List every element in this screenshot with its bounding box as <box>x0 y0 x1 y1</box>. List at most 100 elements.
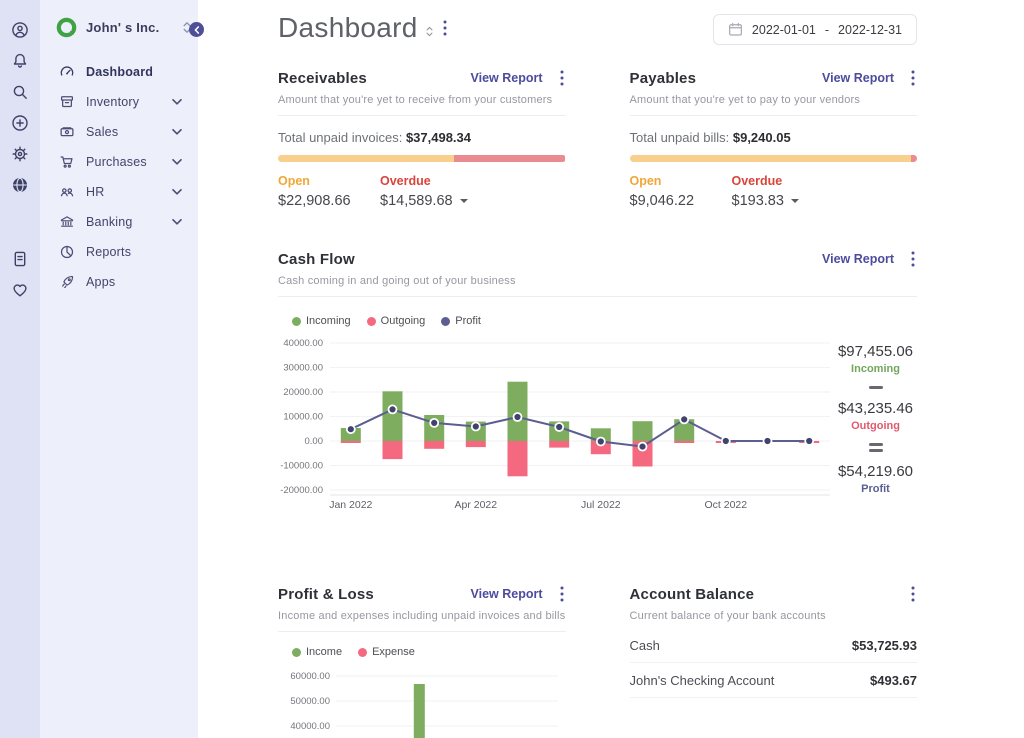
dashboard-kebab-menu-icon[interactable] <box>441 18 449 38</box>
quick-add-plus-icon[interactable] <box>11 114 29 132</box>
sidebar-item-banking[interactable]: Banking <box>40 207 198 237</box>
outgoing-total-label: Outgoing <box>851 420 900 432</box>
svg-text:60000.00: 60000.00 <box>290 671 330 682</box>
company-switcher[interactable]: John' s Inc. <box>40 0 204 51</box>
receivables-open-value: $22,908.66 <box>278 193 351 209</box>
profit-loss-kebab-menu-icon[interactable] <box>558 584 566 604</box>
calendar-icon <box>728 22 742 36</box>
apps-rocket-icon <box>62 275 74 289</box>
receivables-overdue-label: Overdue <box>380 174 431 188</box>
sidebar-item-inventory[interactable]: Inventory <box>40 87 198 117</box>
sidebar-item-dashboard[interactable]: Dashboard <box>40 57 198 87</box>
account-row: John's Checking Account $493.67 <box>629 663 917 698</box>
sidebar-item-apps[interactable]: Apps <box>40 267 198 297</box>
payables-open-label: Open <box>629 174 662 188</box>
chevron-down-icon <box>169 184 185 200</box>
account-value: $493.67 <box>870 673 917 688</box>
receivables-progress-open <box>278 155 454 162</box>
dashboard-speedometer-icon <box>60 66 74 76</box>
account-balance-kebab-menu-icon[interactable] <box>909 584 917 604</box>
purchases-cart-icon <box>60 156 73 168</box>
expense-legend-dot <box>358 647 368 657</box>
account-balance-card: Account Balance Current balance of your … <box>629 584 917 738</box>
sidebar-item-hr[interactable]: HR <box>40 177 198 207</box>
company-logo-icon <box>56 17 77 38</box>
sidebar-collapse-button[interactable] <box>189 22 204 37</box>
sidebar-item-purchases[interactable]: Purchases <box>40 147 198 177</box>
svg-text:Jul 2022: Jul 2022 <box>581 499 621 511</box>
payables-kebab-menu-icon[interactable] <box>909 68 917 88</box>
cash-flow-kebab-menu-icon[interactable] <box>909 249 917 269</box>
sidebar-item-reports[interactable]: Reports <box>40 237 198 267</box>
svg-text:Apr 2022: Apr 2022 <box>454 499 497 511</box>
svg-text:30000.00: 30000.00 <box>283 363 323 374</box>
date-range-picker[interactable]: 2022-01-01 - 2022-12-31 <box>712 14 917 45</box>
receivables-progress-overdue <box>453 155 566 162</box>
documents-file-icon[interactable] <box>11 250 29 268</box>
chevron-down-icon <box>169 154 185 170</box>
account-name: Cash <box>629 638 660 653</box>
sidebar-item-sales[interactable]: Sales <box>40 117 198 147</box>
notifications-bell-icon[interactable] <box>11 52 29 70</box>
sidebar: John' s Inc. Dashboard Inventory Sales P… <box>40 0 204 738</box>
cash-flow-card: Cash Flow View Report Cash coming in and… <box>278 249 917 518</box>
payables-view-report-link[interactable]: View Report <box>822 71 894 85</box>
settings-gear-icon[interactable] <box>11 145 29 163</box>
icon-rail <box>0 0 40 738</box>
profit-loss-subtitle: Income and expenses including unpaid inv… <box>278 610 566 632</box>
svg-text:40000.00: 40000.00 <box>290 721 330 732</box>
receivables-title: Receivables <box>278 69 367 87</box>
account-balance-title: Account Balance <box>629 585 755 603</box>
app-window: John' s Inc. Dashboard Inventory Sales P… <box>0 0 1024 738</box>
overdue-dropdown-caret-icon[interactable] <box>790 199 799 203</box>
outgoing-total: $43,235.46 <box>837 400 914 417</box>
payables-title: Payables <box>629 69 697 87</box>
favorites-heart-icon[interactable] <box>11 281 29 299</box>
cash-flow-title: Cash Flow <box>278 250 355 268</box>
incoming-legend-label: Incoming <box>306 315 351 327</box>
svg-text:0.00: 0.00 <box>305 436 324 447</box>
payables-progress-overdue <box>910 155 917 162</box>
svg-text:-10000.00: -10000.00 <box>280 461 323 472</box>
account-balance-subtitle: Current balance of your bank accounts <box>629 610 826 622</box>
receivables-open-label: Open <box>278 174 310 188</box>
profit-total-label: Profit <box>861 483 890 495</box>
receivables-total: Total unpaid invoices: $37,498.34 <box>278 130 472 145</box>
main-area: Dashboard 2022-01-01 - 2022-12-31 Receiv… <box>198 0 1024 738</box>
sidebar-item-label: Banking <box>86 215 133 229</box>
receivables-view-report-link[interactable]: View Report <box>470 71 542 85</box>
sidebar-item-label: HR <box>86 185 105 199</box>
search-icon[interactable] <box>11 83 29 101</box>
profit-loss-card: Profit & Loss View Report Income and exp… <box>278 584 566 738</box>
dashboard-switch-chevrons-icon[interactable] <box>425 25 434 38</box>
sidebar-item-label: Inventory <box>86 95 140 109</box>
outgoing-legend-label: Outgoing <box>380 315 426 327</box>
receivables-total-value: $37,498.34 <box>405 130 472 145</box>
profit-loss-legend: Income Expense <box>292 646 566 658</box>
cash-flow-subtitle: Cash coming in and going out of your bus… <box>278 275 917 297</box>
inventory-box-icon <box>60 96 74 108</box>
profit-loss-title: Profit & Loss <box>278 585 374 603</box>
web-globe-icon[interactable] <box>11 176 29 194</box>
svg-text:50000.00: 50000.00 <box>290 696 330 707</box>
incoming-total-label: Incoming <box>851 363 900 375</box>
hr-people-icon <box>60 188 74 197</box>
profit-total: $54,219.60 <box>837 463 914 480</box>
profit-loss-view-report-link[interactable]: View Report <box>470 587 542 601</box>
profit-loss-chart: 60000.0050000.0040000.0030000.0020000.00 <box>278 666 566 738</box>
svg-text:Oct 2022: Oct 2022 <box>704 499 747 511</box>
overdue-dropdown-caret-icon[interactable] <box>459 199 468 203</box>
user-account-icon[interactable] <box>11 21 29 39</box>
cash-flow-view-report-link[interactable]: View Report <box>822 252 894 266</box>
cash-flow-chart: 40000.00 30000.00 20000.00 10000.00 0.00 -100… <box>278 335 834 518</box>
profit-legend-label: Profit <box>455 315 481 327</box>
minus-sign <box>868 386 883 389</box>
reports-pie-icon <box>60 245 74 259</box>
payables-subtitle: Amount that you're yet to pay to your ve… <box>629 94 917 116</box>
sidebar-item-label: Dashboard <box>86 65 154 79</box>
svg-text:Jan 2022: Jan 2022 <box>329 499 372 511</box>
receivables-kebab-menu-icon[interactable] <box>558 68 566 88</box>
account-balance-rows: Cash $53,725.93 John's Checking Account … <box>629 628 917 698</box>
receivables-overdue-value: $14,589.68 <box>380 193 453 209</box>
date-range-end: 2022-12-31 <box>838 22 902 37</box>
